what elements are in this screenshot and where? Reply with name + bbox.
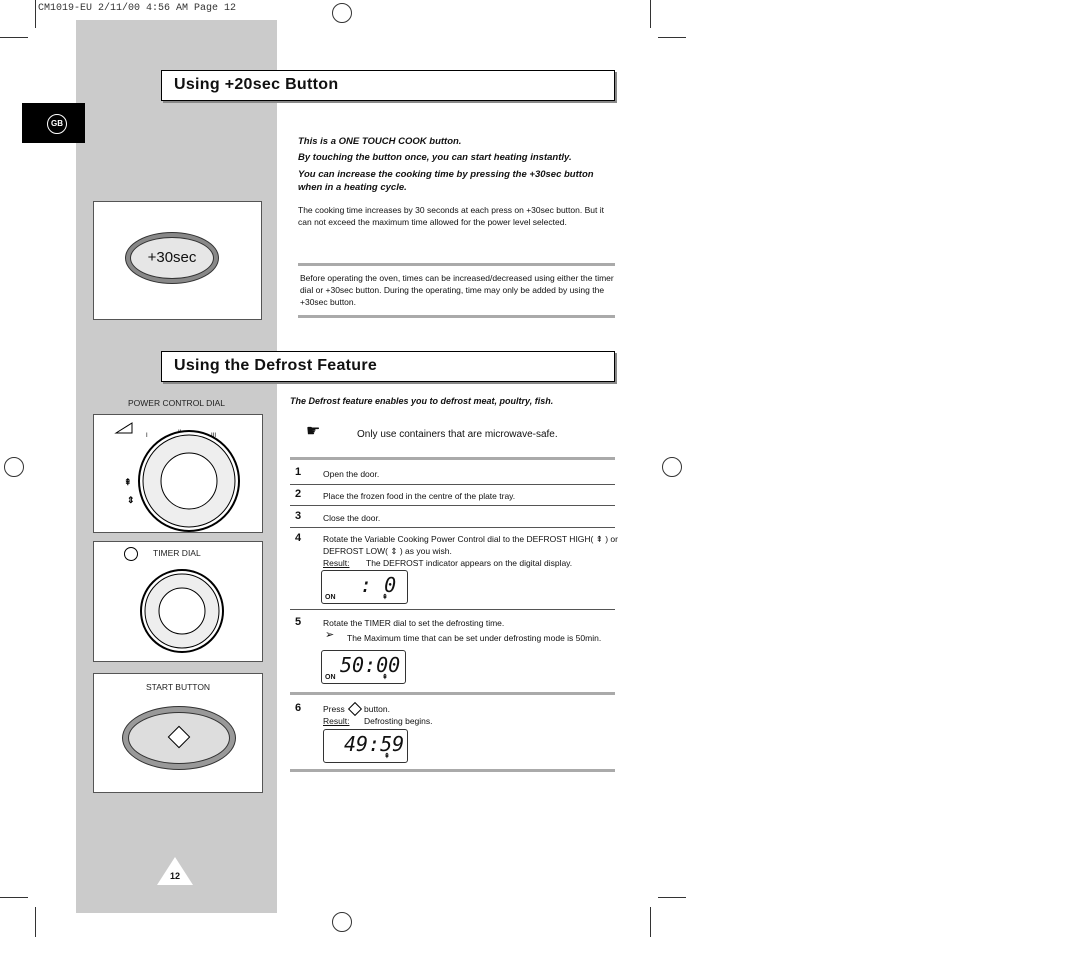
body-text: The cooking time increases by 30 seconds… [298, 205, 604, 227]
crop-mark [35, 0, 36, 28]
step-text: Rotate the TIMER dial to set the defrost… [323, 618, 505, 628]
power-dial-label: POWER CONTROL DIAL [128, 398, 225, 408]
crop-mark [0, 897, 28, 898]
step-text: Place the frozen food in the centre of t… [323, 491, 516, 501]
crop-mark [658, 897, 686, 898]
print-slug: CM1019-EU 2/11/00 4:56 AM Page 12 [38, 3, 237, 14]
divider [290, 769, 615, 772]
power-dial-illustration: IIIIII ⇞⇕ [93, 414, 263, 533]
step-text: Rotate the Variable Cooking Power Contro… [323, 534, 618, 556]
crop-mark [650, 0, 651, 28]
step-text: Open the door. [323, 469, 380, 479]
lcd-digits: 50:00 [340, 653, 401, 677]
step-number: 1 [295, 466, 302, 478]
tip-text: Only use containers that are microwave-s… [357, 429, 558, 440]
timer-dial-icon [140, 569, 224, 653]
plus30-button-illustration: +30sec [93, 201, 262, 320]
lcd-display: 50:00 ON ⇞ [321, 650, 406, 684]
divider [290, 609, 615, 610]
divider [290, 505, 615, 506]
registration-mark [332, 912, 352, 932]
result-label: Result: [323, 716, 350, 726]
result-label: Result: [323, 558, 350, 568]
pointing-hand-icon: ☛ [306, 423, 321, 440]
divider [298, 263, 615, 266]
timer-dial-illustration: TIMER DIAL [93, 541, 263, 662]
step-number: 3 [295, 510, 302, 522]
lcd-digits: : 0 [360, 573, 397, 597]
svg-text:⇞: ⇞ [124, 477, 132, 487]
lcd-display: 49:59 ⇞ [323, 729, 408, 763]
divider [290, 692, 615, 695]
intro-line: This is a ONE TOUCH COOK button. [298, 136, 462, 147]
divider [290, 484, 615, 485]
section-header-plus30: Using +20sec Button [161, 70, 615, 101]
registration-mark [332, 3, 352, 23]
defrost-indicator-icon: ⇞ [384, 753, 390, 760]
page-number: 12 [169, 871, 180, 881]
crop-mark [35, 907, 36, 937]
language-tab-label: GB [47, 114, 67, 134]
step-number: 4 [295, 532, 302, 544]
intro-line: By touching the button once, you can sta… [298, 152, 572, 163]
language-tab: GB [22, 103, 85, 143]
step-number: 2 [295, 488, 302, 500]
start-button-label: START BUTTON [146, 682, 211, 692]
section-title: Using +20sec Button [174, 76, 339, 93]
step-text: Close the door. [323, 513, 381, 523]
crop-mark [658, 37, 686, 38]
crop-mark [650, 907, 651, 937]
intro-line: You can increase the cooking time by pre… [298, 169, 594, 193]
plus30-button: +30sec [130, 237, 214, 279]
lcd-on-indicator: ON [325, 674, 336, 681]
note-text: Before operating the oven, times can be … [300, 273, 614, 307]
step-number: 6 [295, 702, 302, 714]
svg-text:⇕: ⇕ [127, 495, 135, 505]
step-text: Press [323, 704, 345, 714]
lcd-display: : 0 ON ⇞ [321, 570, 408, 604]
registration-mark [4, 457, 24, 477]
section-header-defrost: Using the Defrost Feature [161, 351, 615, 382]
divider [290, 527, 615, 528]
power-dial-icon: IIIIII ⇞⇕ [114, 422, 240, 532]
defrost-indicator-icon: ⇞ [382, 594, 388, 601]
registration-mark [662, 457, 682, 477]
result-text: Defrosting begins. [364, 716, 433, 726]
defrost-intro: The Defrost feature enables you to defro… [290, 396, 554, 406]
section-title: Using the Defrost Feature [174, 357, 378, 374]
svg-text:I: I [146, 433, 148, 439]
divider [290, 457, 615, 460]
arrow-icon: ➢ [325, 629, 335, 641]
lcd-digits: 49:59 [344, 732, 405, 756]
defrost-indicator-icon: ⇞ [382, 674, 388, 681]
result-text: The DEFROST indicator appears on the dig… [366, 558, 573, 568]
lcd-on-indicator: ON [325, 594, 336, 601]
crop-mark [0, 37, 28, 38]
step-number: 5 [295, 616, 302, 628]
start-icon [347, 701, 363, 717]
start-button-illustration: START BUTTON [93, 673, 263, 793]
divider [298, 315, 615, 318]
step-text: button. [364, 704, 390, 714]
step-note: The Maximum time that can be set under d… [347, 633, 602, 643]
